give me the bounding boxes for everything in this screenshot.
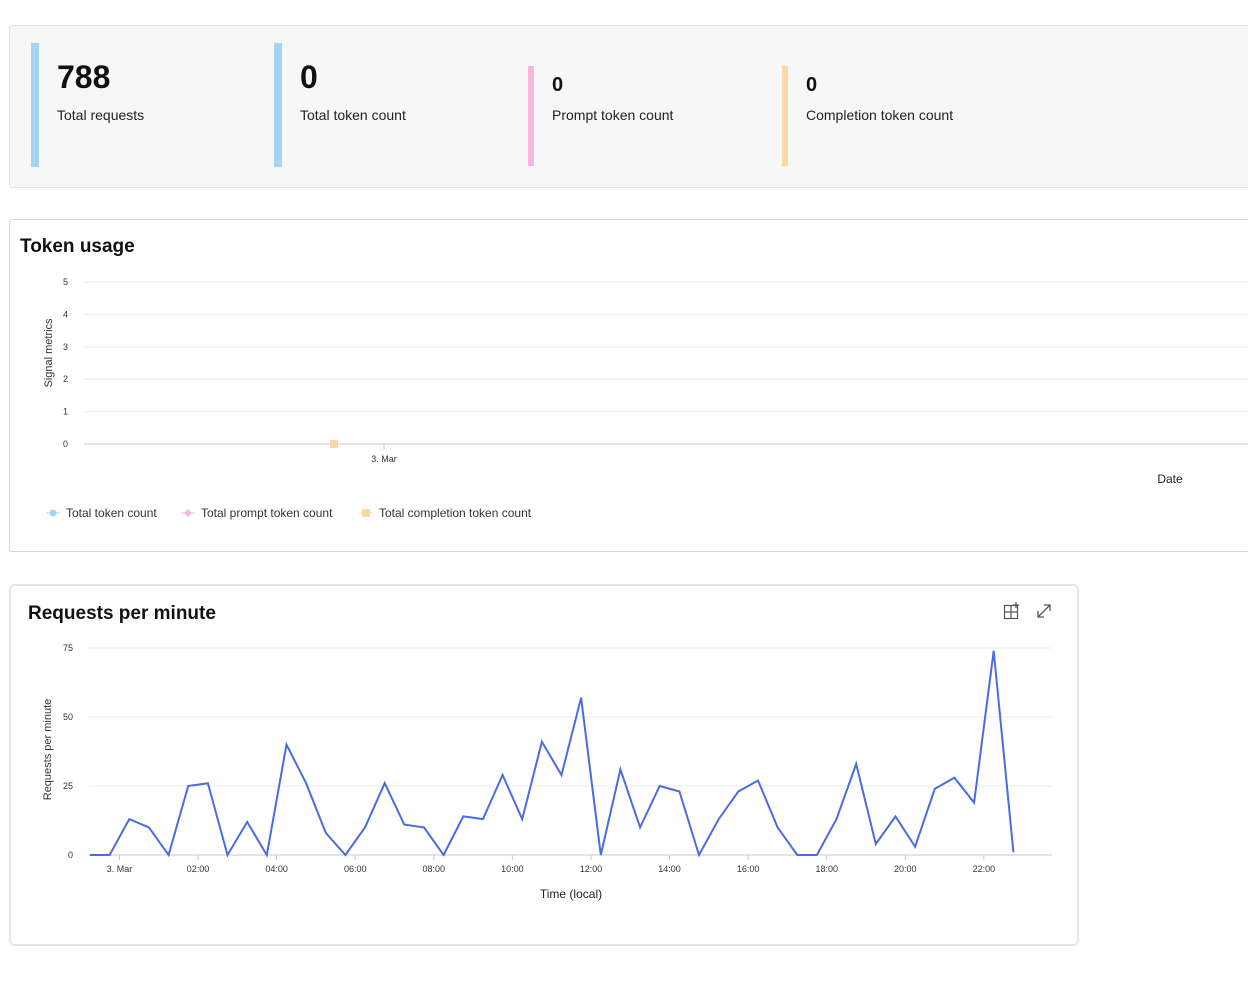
y-tick-label: 75	[63, 643, 73, 653]
y-axis-title: Signal metrics	[43, 318, 55, 388]
metric-value: 788	[57, 59, 111, 95]
metric-accent-bar	[274, 43, 282, 167]
x-tick-label: 04:00	[265, 864, 288, 874]
requests-per-minute-title: Requests per minute	[28, 603, 216, 624]
metric-label: Total requests	[57, 107, 145, 123]
diamond-marker-icon	[181, 509, 195, 517]
requests-per-minute-chart: 0 25 50 75 Requests per minute 3. Mar 02:00 04:…	[42, 643, 1052, 901]
metric-label: Total token count	[300, 107, 406, 123]
metric-prompt-token-count: 0 Prompt token count	[528, 66, 758, 166]
token-usage-chart: 0 1 2 3 4 5 Signal metrics 3. Mar Date	[43, 277, 1248, 486]
y-tick-label: 0	[63, 439, 68, 449]
y-axis-title: Requests per minute	[42, 699, 54, 801]
x-tick-label: 08:00	[423, 864, 446, 874]
x-tick-label: 18:00	[815, 864, 838, 874]
metric-total-requests: 788 Total requests	[31, 43, 251, 167]
metric-value: 0	[806, 74, 818, 96]
metric-value: 0	[300, 59, 318, 95]
legend-label: Total prompt token count	[201, 506, 333, 520]
legend-label: Total completion token count	[379, 506, 532, 520]
add-to-dashboard-button[interactable]	[1001, 600, 1023, 622]
x-tick-label: 10:00	[501, 864, 524, 874]
y-tick-label: 0	[68, 850, 73, 860]
expand-button[interactable]	[1033, 600, 1055, 622]
legend-label: Total token count	[66, 506, 157, 520]
x-tick-label: 3. Mar	[371, 454, 397, 464]
y-tick-label: 5	[63, 277, 68, 287]
token-usage-title: Token usage	[20, 236, 135, 257]
square-marker-icon	[359, 509, 373, 517]
metric-label: Prompt token count	[552, 107, 674, 123]
y-tick-label: 50	[63, 712, 73, 722]
total-completion-token-count-point	[330, 440, 338, 448]
y-tick-label: 1	[63, 407, 68, 417]
token-usage-card: Token usage 0 1 2 3 4 5 Signal metrics 3. Mar Da…	[9, 219, 1248, 552]
x-tick-label: 3. Mar	[107, 864, 133, 874]
requests-per-minute-card: Requests per minute 0 25 50 75 Requests per …	[9, 584, 1079, 946]
y-tick-label: 2	[63, 374, 68, 384]
metric-accent-bar	[31, 43, 39, 167]
metrics-summary: 788 Total requests 0 Total token count 0…	[9, 25, 1248, 188]
y-tick-label: 4	[63, 309, 68, 319]
metric-value: 0	[552, 74, 564, 96]
y-tick-label: 3	[63, 342, 68, 352]
legend-total-completion-token-count[interactable]: Total completion token count	[359, 506, 531, 520]
x-tick-label: 06:00	[344, 864, 367, 874]
legend-total-prompt-token-count[interactable]: Total prompt token count	[181, 506, 332, 520]
x-tick-label: 20:00	[894, 864, 917, 874]
x-axis-title: Time (local)	[540, 887, 602, 901]
metric-total-token-count: 0 Total token count	[274, 43, 494, 167]
circle-marker-icon	[46, 509, 60, 517]
x-tick-label: 16:00	[737, 864, 760, 874]
x-tick-label: 14:00	[658, 864, 681, 874]
requests-series-line	[90, 650, 1015, 858]
x-axis-title: Date	[1157, 472, 1183, 486]
metric-completion-token-count: 0 Completion token count	[782, 66, 1022, 166]
expand-icon	[1037, 604, 1051, 618]
legend-total-token-count[interactable]: Total token count	[46, 506, 157, 520]
metric-accent-bar	[782, 66, 788, 166]
metric-accent-bar	[528, 66, 534, 166]
x-tick-label: 12:00	[580, 864, 603, 874]
add-to-dashboard-icon	[1003, 602, 1019, 620]
x-tick-label: 02:00	[187, 864, 210, 874]
y-tick-label: 25	[63, 781, 73, 791]
x-tick-label: 22:00	[973, 864, 996, 874]
metric-label: Completion token count	[806, 107, 954, 123]
